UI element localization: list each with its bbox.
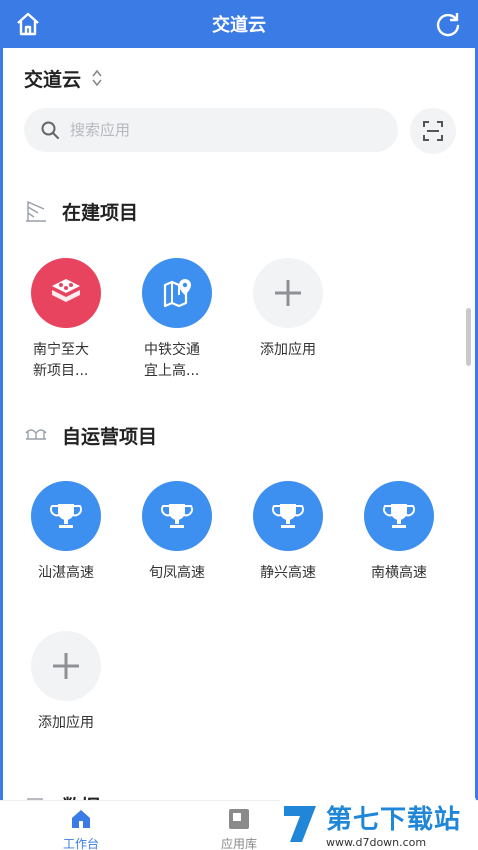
app-label: 中铁交通 宜上高... [144, 342, 200, 379]
search-icon [41, 121, 59, 139]
app-icon-circle [253, 258, 323, 328]
trophy-icon [271, 504, 305, 528]
page-title: 交道云 [212, 15, 266, 36]
app-label: 静兴高速 [260, 565, 316, 581]
watermark-name: 第七下载站 [326, 805, 462, 835]
search-bar[interactable] [24, 108, 398, 152]
bridge-icon [25, 429, 47, 440]
app-label: 添加应用 [260, 342, 316, 358]
refresh-icon [436, 13, 460, 37]
scrollbar[interactable] [466, 308, 471, 366]
tab-label: 应用库 [220, 837, 257, 850]
app-xunfeng-expressway[interactable]: 旬凤高速 [142, 481, 238, 584]
section-header-self-operated: 自运营项目 [24, 420, 157, 450]
app-jingxing-expressway[interactable]: 静兴高速 [253, 481, 349, 584]
search-input[interactable] [70, 121, 370, 139]
add-app-button[interactable]: 添加应用 [253, 258, 349, 361]
plus-icon [275, 280, 301, 306]
app-icon-circle [364, 481, 434, 551]
tab-app-library[interactable]: 应用库 [204, 807, 274, 850]
cubes-icon [52, 279, 80, 302]
scan-icon [423, 121, 443, 141]
app-label: 添加应用 [38, 715, 94, 731]
org-switcher[interactable]: 交道云 [24, 64, 103, 92]
app-icon-circle [31, 481, 101, 551]
app-header: 交道云 [0, 0, 478, 48]
trophy-icon [382, 504, 416, 528]
app-crcc-project[interactable]: 中铁交通 宜上高... [142, 258, 238, 382]
trophy-icon [49, 504, 83, 528]
trophy-icon [160, 504, 194, 528]
refresh-button[interactable] [432, 8, 464, 40]
site-watermark: 第七下载站 www.d7down.com [280, 798, 476, 850]
app-label: 汕湛高速 [38, 565, 94, 581]
home-icon [17, 12, 39, 36]
org-name: 交道云 [24, 68, 82, 91]
add-app-button[interactable]: 添加应用 [31, 631, 127, 734]
scan-button[interactable] [410, 108, 456, 154]
map-pin-icon [163, 279, 191, 308]
app-icon-circle [253, 481, 323, 551]
home-button[interactable] [12, 8, 44, 40]
app-icon-circle [142, 258, 212, 328]
app-library-icon [229, 809, 249, 829]
home-icon [72, 810, 90, 828]
section-title: 自运营项目 [62, 425, 158, 448]
frame-border-left [0, 48, 3, 850]
app-shanzhan-expressway[interactable]: 汕湛高速 [31, 481, 127, 584]
app-icon-circle [142, 481, 212, 551]
section-header-construction: 在建项目 [24, 196, 138, 226]
app-nanheng-expressway[interactable]: 南横高速 [364, 481, 460, 584]
section-title: 在建项目 [62, 201, 139, 224]
tab-workbench[interactable]: 工作台 [46, 807, 116, 850]
app-label: 旬凤高速 [149, 565, 205, 581]
watermark-logo [284, 806, 316, 842]
app-label: 南宁至大 新项目... [33, 342, 89, 379]
crane-icon [26, 200, 46, 222]
app-icon-circle [31, 631, 101, 701]
app-nanning-project[interactable]: 南宁至大 新项目... [31, 258, 127, 382]
sort-updown-icon [92, 69, 102, 87]
app-label: 南横高速 [371, 565, 427, 581]
plus-icon [53, 653, 79, 679]
watermark-url: www.d7down.com [326, 836, 427, 849]
app-icon-circle [31, 258, 101, 328]
tab-label: 工作台 [62, 837, 99, 850]
